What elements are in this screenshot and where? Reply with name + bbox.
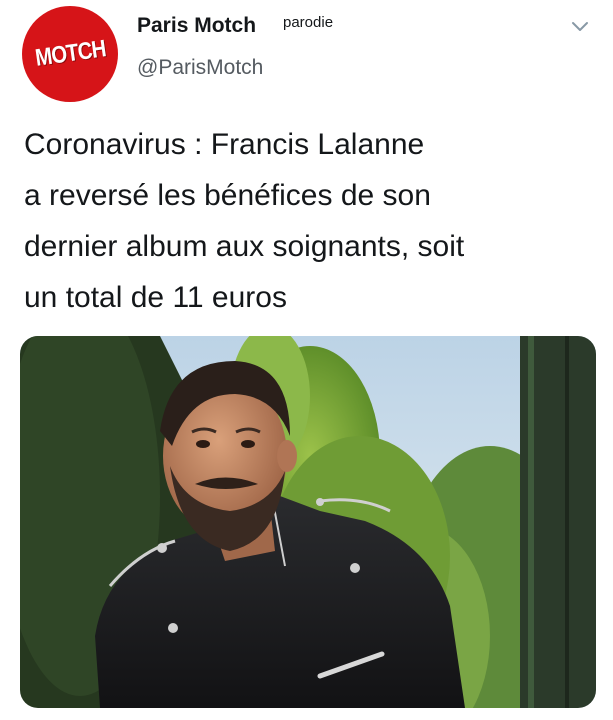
tweet: MOTCH Paris Motch parodie @ParisMotch Co… (0, 0, 613, 720)
chevron-down-icon[interactable] (570, 20, 590, 34)
parody-label: parodie (283, 14, 334, 31)
display-name[interactable]: Paris Motch (137, 14, 256, 38)
tweet-text: Coronavirus : Francis Lalanne a reversé … (24, 119, 594, 323)
tweet-text-line: a reversé les bénéfices de son (24, 179, 431, 212)
tweet-text-line: dernier album aux soignants, soit (24, 230, 465, 263)
tweet-text-line: un total de 11 euros (24, 281, 287, 314)
tweet-photo[interactable] (20, 336, 596, 708)
account-handle[interactable]: @ParisMotch (137, 56, 263, 80)
tweet-text-line: Coronavirus : Francis Lalanne (24, 128, 425, 161)
photo-illustration (20, 336, 596, 708)
avatar-logo: MOTCH (33, 35, 107, 72)
avatar[interactable]: MOTCH (22, 6, 118, 102)
